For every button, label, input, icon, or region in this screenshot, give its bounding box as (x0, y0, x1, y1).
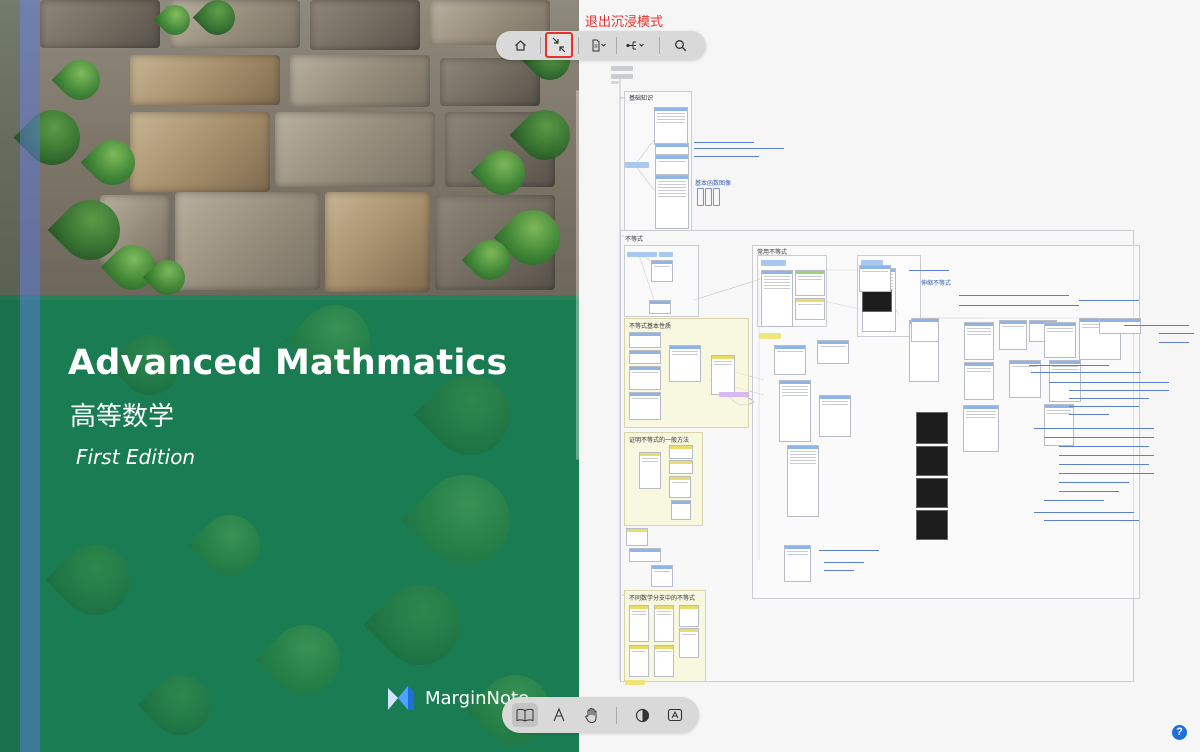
section-label: 不同数学分支中的不等式 (629, 595, 696, 602)
pen-icon (553, 707, 565, 722)
contrast-toggle-button[interactable] (629, 703, 655, 727)
exit-immersive-label: 退出沉浸模式 (585, 15, 664, 30)
pen-tool-button[interactable] (546, 703, 572, 727)
section-label: 证明不等式的一般方法 (629, 437, 690, 444)
cover-blue-stripe (20, 0, 40, 752)
book-view-button[interactable] (512, 703, 538, 727)
cover-left-band (0, 0, 20, 752)
cover-edition: First Edition (76, 445, 196, 469)
video-thumbnail[interactable] (916, 510, 948, 540)
hand-tool-button[interactable] (579, 703, 605, 727)
mindmap-menu-button[interactable] (621, 34, 651, 57)
cover-title-english: Advanced Mathmatics (68, 343, 508, 383)
bottom-toolbar (502, 697, 699, 733)
video-thumbnail[interactable] (916, 478, 948, 508)
home-icon (514, 40, 526, 51)
help-button[interactable]: ? (1172, 725, 1187, 740)
section-label: 不等式基本性质 (629, 323, 672, 330)
book-cover: Advanced Mathmatics 高等数学 First Edition M… (0, 0, 579, 752)
contrast-icon (635, 708, 649, 722)
hand-icon (585, 707, 597, 723)
section-label: 基础知识 (629, 95, 654, 102)
cover-stone-wall-image (0, 0, 579, 300)
search-button[interactable] (670, 34, 690, 57)
marginnote-logo-icon (386, 684, 416, 712)
mindmap-canvas[interactable]: 基础知识 基本函数图像 不等式 常用不等式 伸缩不等式 不等式基本性质 证明不等… (579, 0, 1200, 752)
video-thumbnail[interactable] (916, 446, 948, 476)
handwriting-note: 基本函数图像 (695, 180, 732, 187)
book-icon (516, 708, 534, 722)
video-thumbnail[interactable] (916, 412, 948, 444)
home-button[interactable] (510, 34, 530, 57)
section-label: 不等式 (625, 236, 644, 243)
top-toolbar (496, 31, 706, 60)
exit-immersive-button[interactable] (545, 32, 573, 58)
mindmap-icon (626, 41, 644, 50)
document-icon (592, 39, 606, 52)
text-box-icon (667, 708, 683, 721)
document-menu-button[interactable] (586, 34, 612, 57)
search-icon (674, 40, 686, 52)
text-recognition-button[interactable] (662, 703, 688, 727)
handwriting-note: 伸缩不等式 (921, 280, 952, 287)
collapse-arrows-icon (552, 37, 566, 53)
cover-title-chinese: 高等数学 (70, 402, 175, 432)
video-thumbnail[interactable] (862, 290, 892, 312)
